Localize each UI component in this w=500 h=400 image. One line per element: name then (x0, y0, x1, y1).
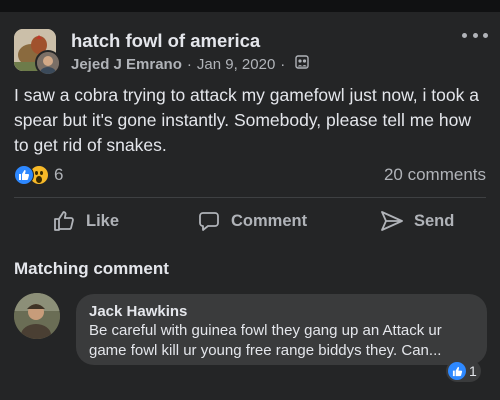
matching-comment-heading: Matching comment (14, 259, 169, 278)
comment-label: Comment (231, 211, 308, 230)
separator-dot: · (280, 55, 286, 73)
send-label: Send (414, 211, 455, 230)
comments-count[interactable]: 20 comments (384, 165, 486, 185)
like-reaction-icon (448, 362, 466, 380)
thumbs-up-icon (54, 211, 74, 231)
comment-button[interactable]: Comment (197, 208, 307, 234)
divider (14, 197, 486, 198)
post-avatar-group[interactable] (14, 29, 61, 76)
like-label: Like (86, 211, 120, 230)
group-name[interactable]: hatch fowl of america (71, 30, 260, 52)
commenter-name[interactable]: Jack Hawkins (89, 303, 187, 320)
commenter-avatar[interactable] (14, 293, 60, 339)
like-button[interactable]: Like (52, 208, 119, 234)
post-author[interactable]: Jejed J Emrano (71, 56, 182, 73)
more-options-icon[interactable] (462, 28, 488, 42)
top-strip (0, 0, 500, 12)
comment-text: Be careful with guinea fowl they gang up… (89, 322, 442, 359)
reaction-count: 6 (54, 165, 64, 184)
comment-like-count: 1 (469, 363, 477, 379)
reactions-summary[interactable]: 6 (14, 164, 63, 186)
post-meta: Jejed J Emrano · Jan 9, 2020 · (71, 55, 309, 73)
send-button[interactable]: Send (380, 208, 454, 234)
speech-bubble-icon (199, 212, 219, 231)
like-reaction-icon (14, 165, 34, 185)
author-avatar[interactable] (35, 50, 61, 76)
comment-reactions[interactable]: 1 (446, 360, 481, 382)
send-arrow-icon (381, 211, 403, 231)
post-date[interactable]: Jan 9, 2020 (197, 56, 275, 73)
post-text: I saw a cobra trying to attack my gamefo… (14, 85, 479, 155)
group-members-icon (295, 55, 309, 73)
separator-dot: · (186, 55, 192, 73)
